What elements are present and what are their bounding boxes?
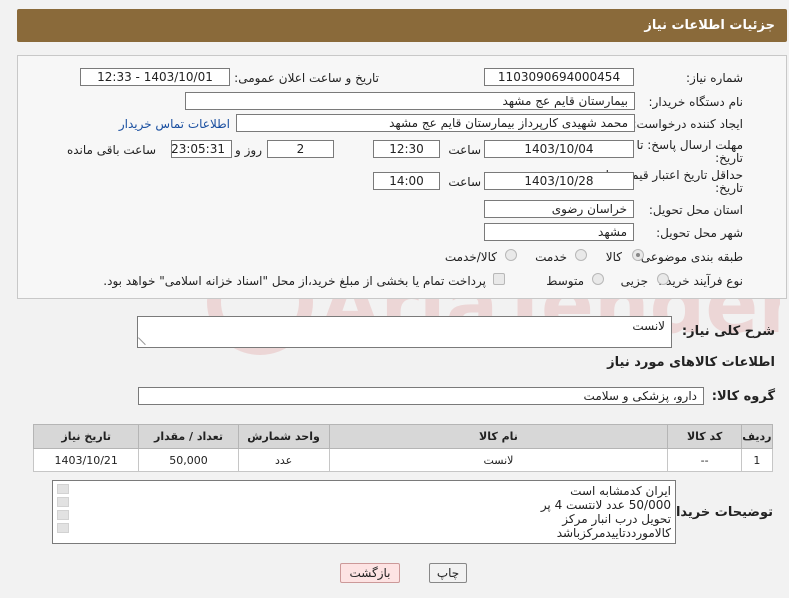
remaining-time-field[interactable]: 23:05:31 — [171, 140, 232, 158]
buyer-notes-line: 50/000 عدد لانتست 4 پر — [540, 498, 671, 512]
remaining-time-label: ساعت باقی مانده — [66, 143, 156, 157]
category-option-service: خدمت — [535, 250, 567, 264]
price-validity-time-label: ساعت — [448, 175, 481, 189]
goods-table-header: ردیف کد کالا نام کالا واحد شمارش تعداد /… — [32, 424, 774, 449]
col-quantity: تعداد / مقدار — [138, 424, 239, 449]
buyer-notes-line: تحویل درب انبار مرکز — [562, 512, 671, 526]
category-radio-service[interactable] — [575, 249, 587, 261]
page-header: جزئیات اطلاعات نیاز — [17, 9, 787, 42]
province-field[interactable]: خراسان رضوی — [484, 200, 634, 218]
province-label: استان محل تحویل: — [648, 203, 743, 217]
notes-scrollbar[interactable] — [55, 484, 69, 540]
category-option-goods-service: کالا/خدمت — [444, 250, 497, 264]
process-type-label: نوع فرآیند خرید : — [658, 274, 743, 288]
reply-time-label: ساعت — [448, 143, 481, 157]
need-number-field[interactable]: 1103090694000454 — [484, 68, 634, 86]
buyer-notes-line: ایران کدمشابه است — [570, 484, 671, 498]
cell-goods-name: لانست — [328, 448, 669, 472]
goods-group-label: گروه کالا: — [711, 389, 775, 404]
col-row-number: ردیف — [740, 424, 774, 449]
col-unit: واحد شمارش — [237, 424, 330, 449]
treasury-payment-note: پرداخت تمام یا بخشی از مبلغ خرید،از محل … — [103, 274, 486, 288]
back-button[interactable]: بازگشت — [340, 563, 400, 583]
goods-section-title: اطلاعات کالاهای مورد نیاز — [607, 355, 775, 370]
buyer-org-label: نام دستگاه خریدار: — [648, 95, 744, 109]
category-radio-goods-service[interactable] — [505, 249, 517, 261]
cell-unit: عدد — [237, 448, 330, 472]
cell-row-number: 1 — [740, 448, 774, 472]
cell-need-date: 1403/10/21 — [32, 448, 140, 472]
process-radio-medium[interactable] — [592, 273, 604, 285]
goods-group-field[interactable]: دارو، پزشکی و سلامت — [138, 387, 704, 405]
print-button[interactable]: چاپ — [429, 563, 467, 583]
goods-table: ردیف کد کالا نام کالا واحد شمارش تعداد /… — [32, 424, 774, 472]
announce-datetime-field[interactable]: 1403/10/01 - 12:33 — [80, 68, 230, 86]
reply-time-field[interactable]: 12:30 — [373, 140, 440, 158]
category-radio-goods[interactable] — [632, 249, 644, 261]
cell-quantity: 50,000 — [138, 448, 239, 472]
buyer-notes-field[interactable]: ایران کدمشابه است 50/000 عدد لانتست 4 پر… — [52, 480, 676, 544]
category-option-goods: کالا — [605, 250, 622, 264]
category-label: طبقه بندی موضوعی: — [636, 250, 743, 264]
buyer-org-field[interactable]: بیمارستان قایم عج مشهد — [185, 92, 635, 110]
price-validity-date-field[interactable]: 1403/10/28 — [484, 172, 634, 190]
col-goods-code: کد کالا — [667, 424, 742, 449]
buyer-notes-label: توضیحات خریدار: — [663, 505, 773, 520]
need-number-label: شماره نیاز: — [686, 71, 743, 85]
page-title: جزئیات اطلاعات نیاز — [644, 18, 775, 33]
col-need-date: تاریخ نیاز — [32, 424, 140, 449]
announce-label: تاریخ و ساعت اعلان عمومی: — [234, 71, 379, 85]
creator-field[interactable]: محمد شهیدی کارپرداز بیمارستان قایم عج مش… — [236, 114, 635, 132]
process-option-medium: متوسط — [546, 274, 584, 288]
city-field[interactable]: مشهد — [484, 223, 634, 241]
buyer-notes-line: کالامورددتاییدمرکزباشد — [556, 526, 671, 540]
process-option-minor: جزیی — [620, 274, 648, 288]
process-radio-minor[interactable] — [657, 273, 669, 285]
treasury-payment-checkbox[interactable] — [493, 273, 505, 285]
buyer-contact-link[interactable]: اطلاعات تماس خریدار — [119, 117, 230, 131]
reply-deadline-label-date: تاریخ: — [715, 151, 743, 165]
table-row[interactable]: 1 -- لانست عدد 50,000 1403/10/21 — [32, 448, 774, 472]
cell-goods-code: -- — [667, 448, 742, 472]
col-goods-name: نام کالا — [328, 424, 669, 449]
summary-label: شرح کلی نیاز: — [681, 324, 775, 339]
reply-deadline-label: مهلت ارسال پاسخ: تا — [636, 138, 743, 152]
summary-field[interactable]: لانست — [137, 316, 672, 348]
days-label: روز و — [235, 143, 262, 157]
city-label: شهر محل تحویل: — [656, 226, 743, 240]
reply-date-field[interactable]: 1403/10/04 — [484, 140, 634, 158]
days-remaining-field[interactable]: 2 — [267, 140, 334, 158]
creator-label: ایجاد کننده درخواست: — [632, 117, 743, 131]
price-validity-time-field[interactable]: 14:00 — [373, 172, 440, 190]
price-validity-label-date: تاریخ: — [715, 181, 743, 195]
